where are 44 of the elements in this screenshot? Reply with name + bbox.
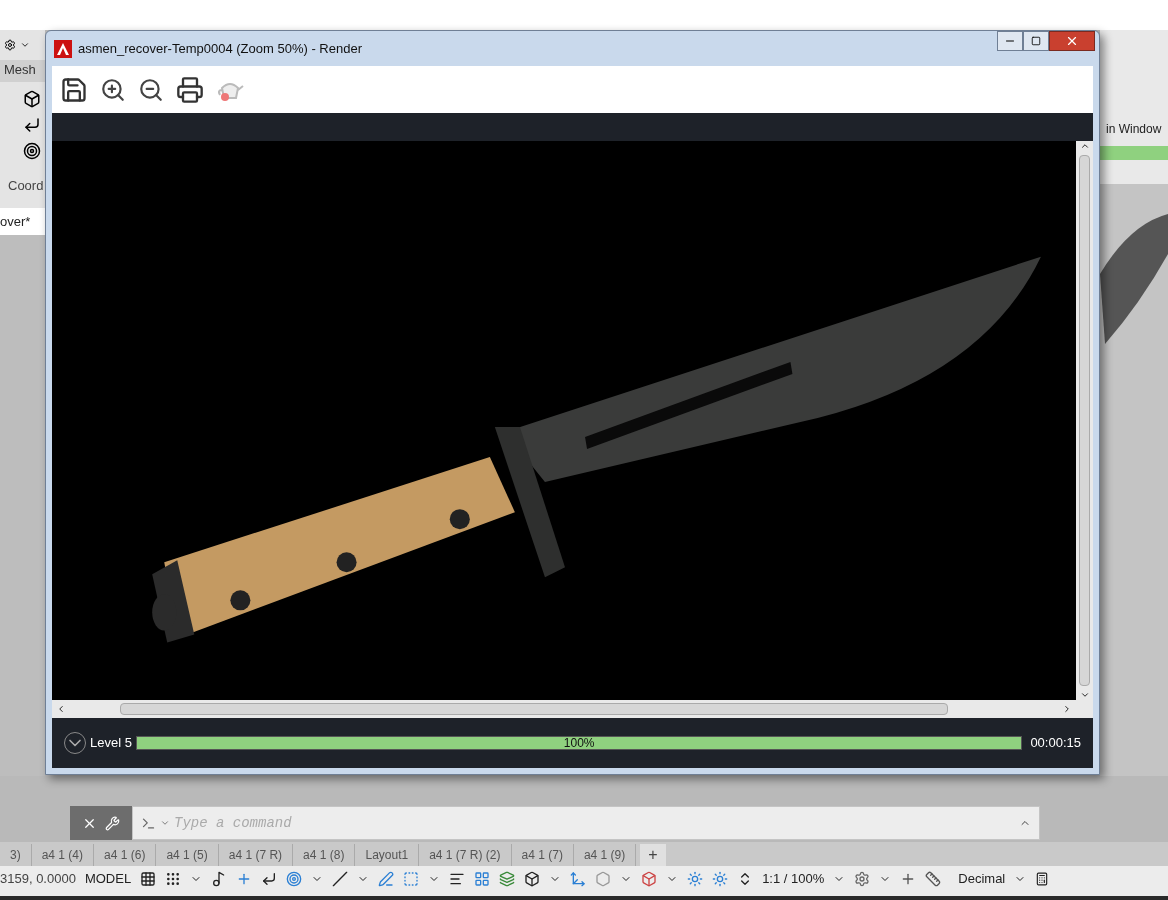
model-space-toggle[interactable]: MODEL — [84, 869, 132, 889]
zoom-in-icon[interactable] — [100, 76, 126, 103]
progress-reading: 100% — [562, 737, 596, 749]
progress-strip — [1100, 146, 1168, 160]
cube-icon[interactable] — [524, 871, 541, 887]
new-layout-button[interactable]: + — [640, 844, 666, 866]
vertical-scrollbar[interactable] — [1076, 141, 1093, 700]
scroll-left-icon[interactable] — [56, 704, 66, 714]
command-line-field[interactable]: Type a command — [132, 806, 1040, 840]
elapsed-time: 00:00:15 — [1030, 734, 1081, 753]
annotation-scale[interactable]: 1:1 / 100% — [762, 869, 825, 889]
horizontal-scrollbar[interactable] — [52, 700, 1093, 718]
wrench-icon[interactable] — [105, 815, 120, 831]
caret-icon[interactable] — [20, 40, 30, 50]
coordinates-readout: 3159, 0.0000 — [0, 870, 76, 889]
level-label: Level 5 — [90, 734, 132, 753]
prompt-icon[interactable] — [141, 815, 156, 831]
box-icon[interactable] — [23, 90, 41, 108]
units-selector[interactable]: Decimal — [958, 869, 1006, 889]
caret-icon[interactable] — [160, 818, 170, 828]
grid-icon[interactable] — [140, 871, 157, 887]
close-button[interactable] — [1049, 31, 1095, 51]
panel-label: in Window — [1105, 121, 1163, 138]
ruler-icon[interactable] — [925, 871, 942, 887]
calculator-icon[interactable] — [1035, 872, 1050, 886]
scroll-down-icon[interactable] — [1079, 690, 1090, 700]
print-icon[interactable] — [176, 75, 204, 104]
window-title: asmen_recover-Temp0004 (Zoom 50%) - Render — [78, 40, 362, 58]
save-icon[interactable] — [60, 75, 88, 104]
maximize-icon — [1031, 36, 1041, 46]
ribbon-tab[interactable]: Mesh — [0, 60, 45, 82]
scroll-up-icon[interactable] — [1079, 141, 1090, 151]
close-icon — [1065, 34, 1079, 48]
snap-icon[interactable] — [165, 871, 182, 887]
command-input-field[interactable]: Type a command — [174, 812, 1015, 834]
minimize-button[interactable] — [997, 31, 1023, 51]
zoom-out-icon[interactable] — [138, 76, 164, 103]
settings-icon[interactable] — [4, 39, 16, 51]
maximize-button[interactable] — [1023, 31, 1049, 51]
app-logo-icon — [54, 39, 72, 58]
file-tab[interactable]: over* — [0, 207, 45, 235]
hexagon-icon[interactable] — [595, 871, 612, 887]
scroll-right-icon[interactable] — [1062, 704, 1072, 714]
panel-label: Coord — [7, 177, 45, 195]
